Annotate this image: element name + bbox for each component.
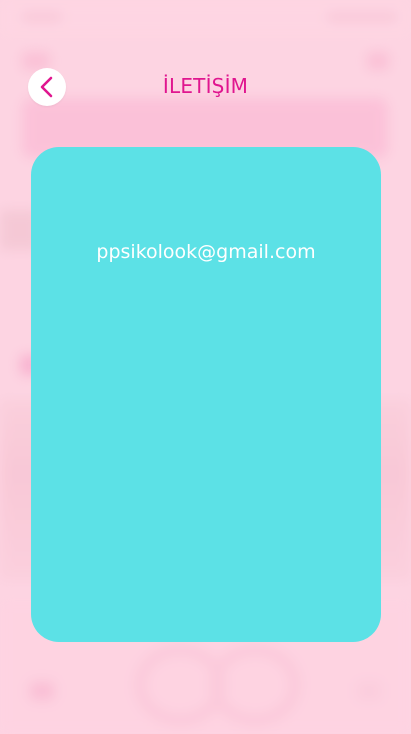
page-title: İLETİŞİM — [162, 74, 249, 98]
contact-email[interactable]: ppsikolook@gmail.com — [31, 241, 381, 263]
contact-card: ppsikolook@gmail.com — [31, 147, 381, 642]
contact-screen: İLETİŞİM ppsikolook@gmail.com — [0, 0, 411, 734]
